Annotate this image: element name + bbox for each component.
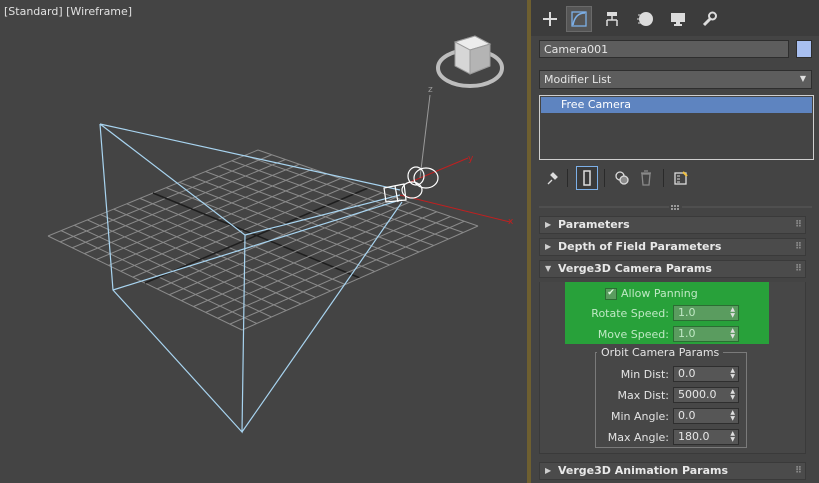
min-angle-label: Min Angle: bbox=[610, 409, 669, 423]
tool-separator bbox=[663, 169, 664, 187]
camera-frustum bbox=[99, 123, 403, 434]
move-speed-row: Move Speed: 1.0 ▲ ▼ bbox=[565, 326, 739, 342]
min-dist-label: Min Dist: bbox=[620, 367, 669, 381]
chevron-right-icon: ▶ bbox=[545, 242, 552, 251]
object-name-input[interactable] bbox=[539, 40, 789, 58]
modifier-list-label: Modifier List bbox=[544, 73, 612, 86]
camera-axes: x y z bbox=[399, 85, 514, 227]
tab-utilities[interactable] bbox=[696, 6, 722, 32]
plus-icon bbox=[543, 12, 557, 26]
allow-panning-label: Allow Panning bbox=[621, 287, 698, 300]
chevron-down-icon: ▼ bbox=[799, 74, 806, 83]
pin-stack-button[interactable] bbox=[541, 166, 563, 190]
spinner-value: 180.0 bbox=[678, 430, 710, 443]
max-angle-row: Max Angle: 180.0 ▲ ▼ bbox=[595, 429, 739, 445]
spinner-value: 1.0 bbox=[678, 306, 696, 319]
rotate-speed-spinner[interactable]: 1.0 ▲ ▼ bbox=[673, 305, 739, 321]
grid-line bbox=[179, 181, 390, 266]
rollout-verge3d-animation[interactable]: ▶ Verge3D Animation Params ⠿ bbox=[539, 462, 806, 480]
min-dist-row: Min Dist: 0.0 ▲ ▼ bbox=[595, 366, 739, 382]
tool-separator bbox=[567, 169, 568, 187]
axis-y-label: y bbox=[468, 154, 474, 164]
grid-line bbox=[165, 187, 375, 272]
configure-sets-button[interactable] bbox=[670, 166, 692, 190]
axis-z-label: z bbox=[428, 85, 433, 95]
modifier-list-dropdown[interactable]: Modifier List ▼ bbox=[539, 70, 812, 89]
tab-display[interactable] bbox=[665, 6, 691, 32]
min-angle-row: Min Angle: 0.0 ▲ ▼ bbox=[595, 408, 739, 424]
rollout-verge3d-camera[interactable]: ▼ Verge3D Camera Params ⠿ bbox=[539, 260, 806, 278]
panning-settings-highlight: ✔ Allow Panning Rotate Speed: 1.0 ▲ ▼ Mov… bbox=[565, 282, 769, 344]
max-dist-spinner[interactable]: 5000.0 ▲ ▼ bbox=[673, 387, 739, 403]
spinner-arrows-icon[interactable]: ▲ ▼ bbox=[730, 307, 735, 319]
viewcube[interactable] bbox=[436, 35, 504, 88]
max-angle-label: Max Angle: bbox=[607, 430, 669, 444]
rollout-title: Verge3D Animation Params bbox=[558, 464, 729, 477]
grid-line bbox=[144, 187, 369, 284]
max-dist-row: Max Dist: 5000.0 ▲ ▼ bbox=[595, 387, 739, 403]
chevron-down-icon: ▼ bbox=[545, 264, 552, 273]
make-unique-button[interactable] bbox=[611, 166, 633, 190]
allow-panning-checkbox[interactable]: ✔ Allow Panning bbox=[605, 287, 698, 300]
rollout-depth-of-field[interactable]: ▶ Depth of Field Parameters ⠿ bbox=[539, 238, 806, 256]
remove-modifier-button[interactable] bbox=[635, 166, 657, 190]
chevron-right-icon: ▶ bbox=[545, 220, 552, 229]
move-speed-label: Move Speed: bbox=[597, 327, 669, 341]
rotate-speed-label: Rotate Speed: bbox=[591, 306, 669, 320]
spinner-arrows-icon[interactable]: ▲ ▼ bbox=[730, 328, 735, 340]
motion-sphere-icon bbox=[637, 12, 653, 26]
pin-icon bbox=[547, 172, 558, 185]
modify-curve-icon bbox=[571, 11, 587, 27]
display-monitor-icon bbox=[671, 13, 685, 26]
spinner-value: 0.0 bbox=[678, 367, 696, 380]
grip-dots-icon: ⠿ bbox=[794, 466, 802, 476]
configure-icon bbox=[674, 171, 688, 185]
grip-dots-icon: ⠿ bbox=[794, 220, 802, 230]
spinner-arrows-icon[interactable]: ▲ ▼ bbox=[730, 410, 735, 422]
tab-hierarchy[interactable] bbox=[599, 6, 625, 32]
axis-x-label: x bbox=[508, 217, 514, 227]
grip-dots-icon: ⠿ bbox=[794, 242, 802, 252]
rotate-speed-row: Rotate Speed: 1.0 ▲ ▼ bbox=[565, 305, 739, 321]
tab-create[interactable] bbox=[537, 6, 563, 32]
spinner-value: 5000.0 bbox=[678, 388, 717, 401]
rollout-title: Parameters bbox=[558, 218, 630, 231]
stack-item-free-camera[interactable]: Free Camera bbox=[541, 97, 812, 113]
show-end-result-icon bbox=[583, 170, 591, 186]
utilities-wrench-icon bbox=[702, 11, 717, 27]
max-angle-spinner[interactable]: 180.0 ▲ ▼ bbox=[673, 429, 739, 445]
grip-dots-icon: ⠿ bbox=[794, 264, 802, 274]
show-end-result-button[interactable] bbox=[576, 166, 598, 190]
object-color-swatch[interactable] bbox=[796, 40, 812, 58]
spinner-value: 1.0 bbox=[678, 327, 696, 340]
viewport-scene: x y z bbox=[47, 35, 514, 434]
chevron-right-icon: ▶ bbox=[545, 466, 552, 475]
viewport[interactable]: [Standard] [Wireframe] x y z bbox=[0, 0, 527, 483]
spinner-arrows-icon[interactable]: ▲ ▼ bbox=[730, 368, 735, 380]
spinner-arrows-icon[interactable]: ▲ ▼ bbox=[730, 389, 735, 401]
stack-tools bbox=[539, 166, 814, 190]
make-unique-icon bbox=[615, 171, 629, 185]
hierarchy-icon bbox=[606, 12, 618, 26]
tab-modify[interactable] bbox=[566, 6, 592, 32]
move-speed-spinner[interactable]: 1.0 ▲ ▼ bbox=[673, 326, 739, 342]
tool-separator bbox=[604, 169, 605, 187]
rollout-title: Verge3D Camera Params bbox=[558, 262, 712, 275]
min-dist-spinner[interactable]: 0.0 ▲ ▼ bbox=[673, 366, 739, 382]
rollout-parameters[interactable]: ▶ Parameters ⠿ bbox=[539, 216, 806, 234]
orbit-group-title: Orbit Camera Params bbox=[597, 346, 724, 359]
modifier-stack[interactable]: Free Camera bbox=[539, 95, 814, 160]
panel-grip[interactable] bbox=[539, 204, 812, 210]
tab-motion[interactable] bbox=[632, 6, 658, 32]
max-dist-label: Max Dist: bbox=[617, 388, 669, 402]
min-angle-spinner[interactable]: 0.0 ▲ ▼ bbox=[673, 408, 739, 424]
rollout-title: Depth of Field Parameters bbox=[558, 240, 722, 253]
spinner-value: 0.0 bbox=[678, 409, 696, 422]
trash-icon bbox=[641, 170, 651, 186]
command-panel: Modifier List ▼ Free Camera ▶ Parameters bbox=[531, 0, 819, 483]
command-panel-tabs bbox=[531, 0, 819, 36]
spinner-arrows-icon[interactable]: ▲ ▼ bbox=[730, 431, 735, 443]
check-icon: ✔ bbox=[605, 287, 617, 300]
